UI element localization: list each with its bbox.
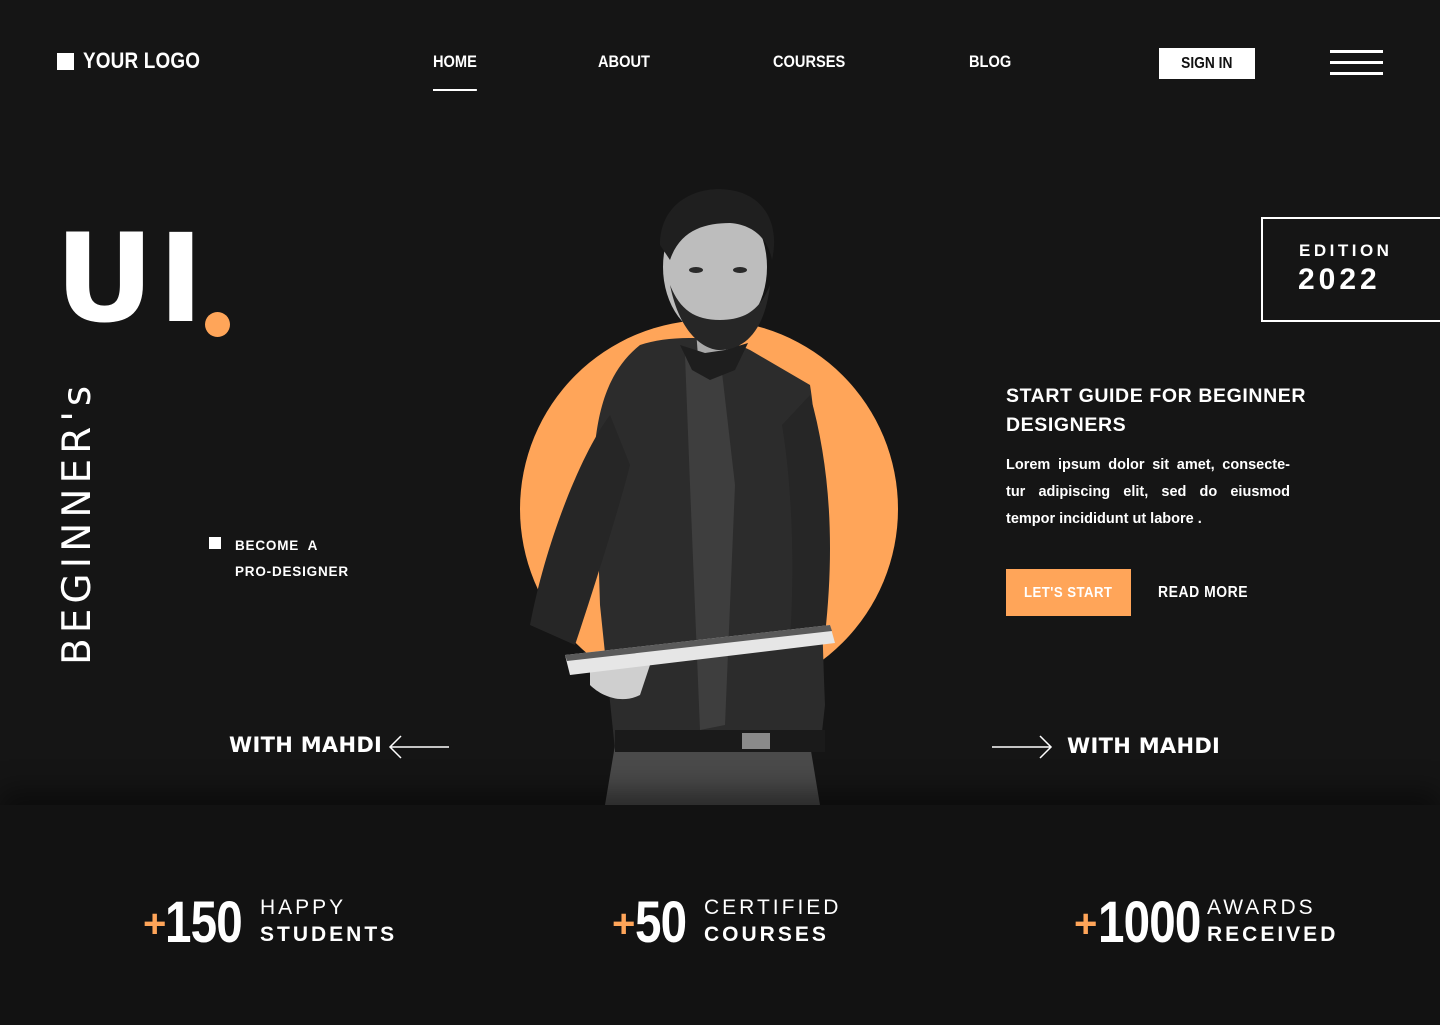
stat-label-top: CERTIFIED: [704, 896, 842, 919]
stat-plus: +: [143, 902, 167, 946]
stat-value: 50: [635, 890, 687, 955]
square-bullet-icon: [209, 537, 221, 549]
hero-title: UI: [55, 208, 208, 350]
sign-in-button[interactable]: SIGN IN: [1159, 48, 1255, 79]
vertical-beginners-text: BEGINNER's: [55, 380, 100, 665]
with-mahdi-left: WITH MAHDI: [229, 733, 383, 757]
hamburger-line: [1330, 61, 1383, 64]
edition-year: 2022: [1298, 263, 1381, 296]
stat-plus: +: [1074, 902, 1098, 946]
lets-start-button[interactable]: LET'S START: [1006, 569, 1131, 616]
nav-courses[interactable]: COURSES: [773, 52, 845, 72]
become-line-1: BECOME A: [235, 538, 319, 553]
with-mahdi-right: WITH MAHDI: [1067, 734, 1221, 758]
hamburger-icon[interactable]: [1330, 50, 1383, 77]
stat-label-top: AWARDS: [1207, 896, 1316, 919]
stat-value: 150: [165, 890, 243, 955]
landing-page: YOUR LOGO HOME ABOUT COURSES BLOG SIGN I…: [0, 0, 1440, 1025]
sign-in-label: SIGN IN: [1181, 54, 1233, 72]
become-text: BECOME A PRO-DESIGNER: [235, 533, 349, 585]
hamburger-line: [1330, 72, 1383, 75]
hero-title-dot: [205, 312, 230, 337]
edition-label: EDITION: [1299, 241, 1393, 260]
guide-title: START GUIDE FOR BEGINNER DESIGNERS: [1006, 385, 1307, 436]
edition-badge: EDITION 2022: [1261, 217, 1440, 322]
hamburger-line: [1330, 50, 1383, 53]
instructor-photo: [530, 189, 835, 805]
stat-label-bottom: STUDENTS: [260, 923, 398, 946]
arrow-left-icon[interactable]: [387, 735, 451, 759]
become-line-2: PRO-DESIGNER: [235, 564, 349, 579]
stat-value: 1000: [1098, 890, 1201, 955]
nav-home[interactable]: HOME: [433, 52, 477, 91]
stat-label-top: HAPPY: [260, 896, 347, 919]
stat-label-bottom: COURSES: [704, 923, 829, 946]
nav-blog[interactable]: BLOG: [969, 52, 1011, 72]
read-more-link[interactable]: READ MORE: [1158, 584, 1248, 602]
guide-body: Lorem ipsum dolor sit amet, consecte-tur…: [1006, 457, 1290, 527]
nav-about[interactable]: ABOUT: [598, 52, 650, 72]
stat-label-bottom: RECEIVED: [1207, 923, 1339, 946]
lets-start-label: LET'S START: [1024, 584, 1113, 601]
stat-plus: +: [612, 902, 636, 946]
arrow-right-icon[interactable]: [990, 735, 1054, 759]
